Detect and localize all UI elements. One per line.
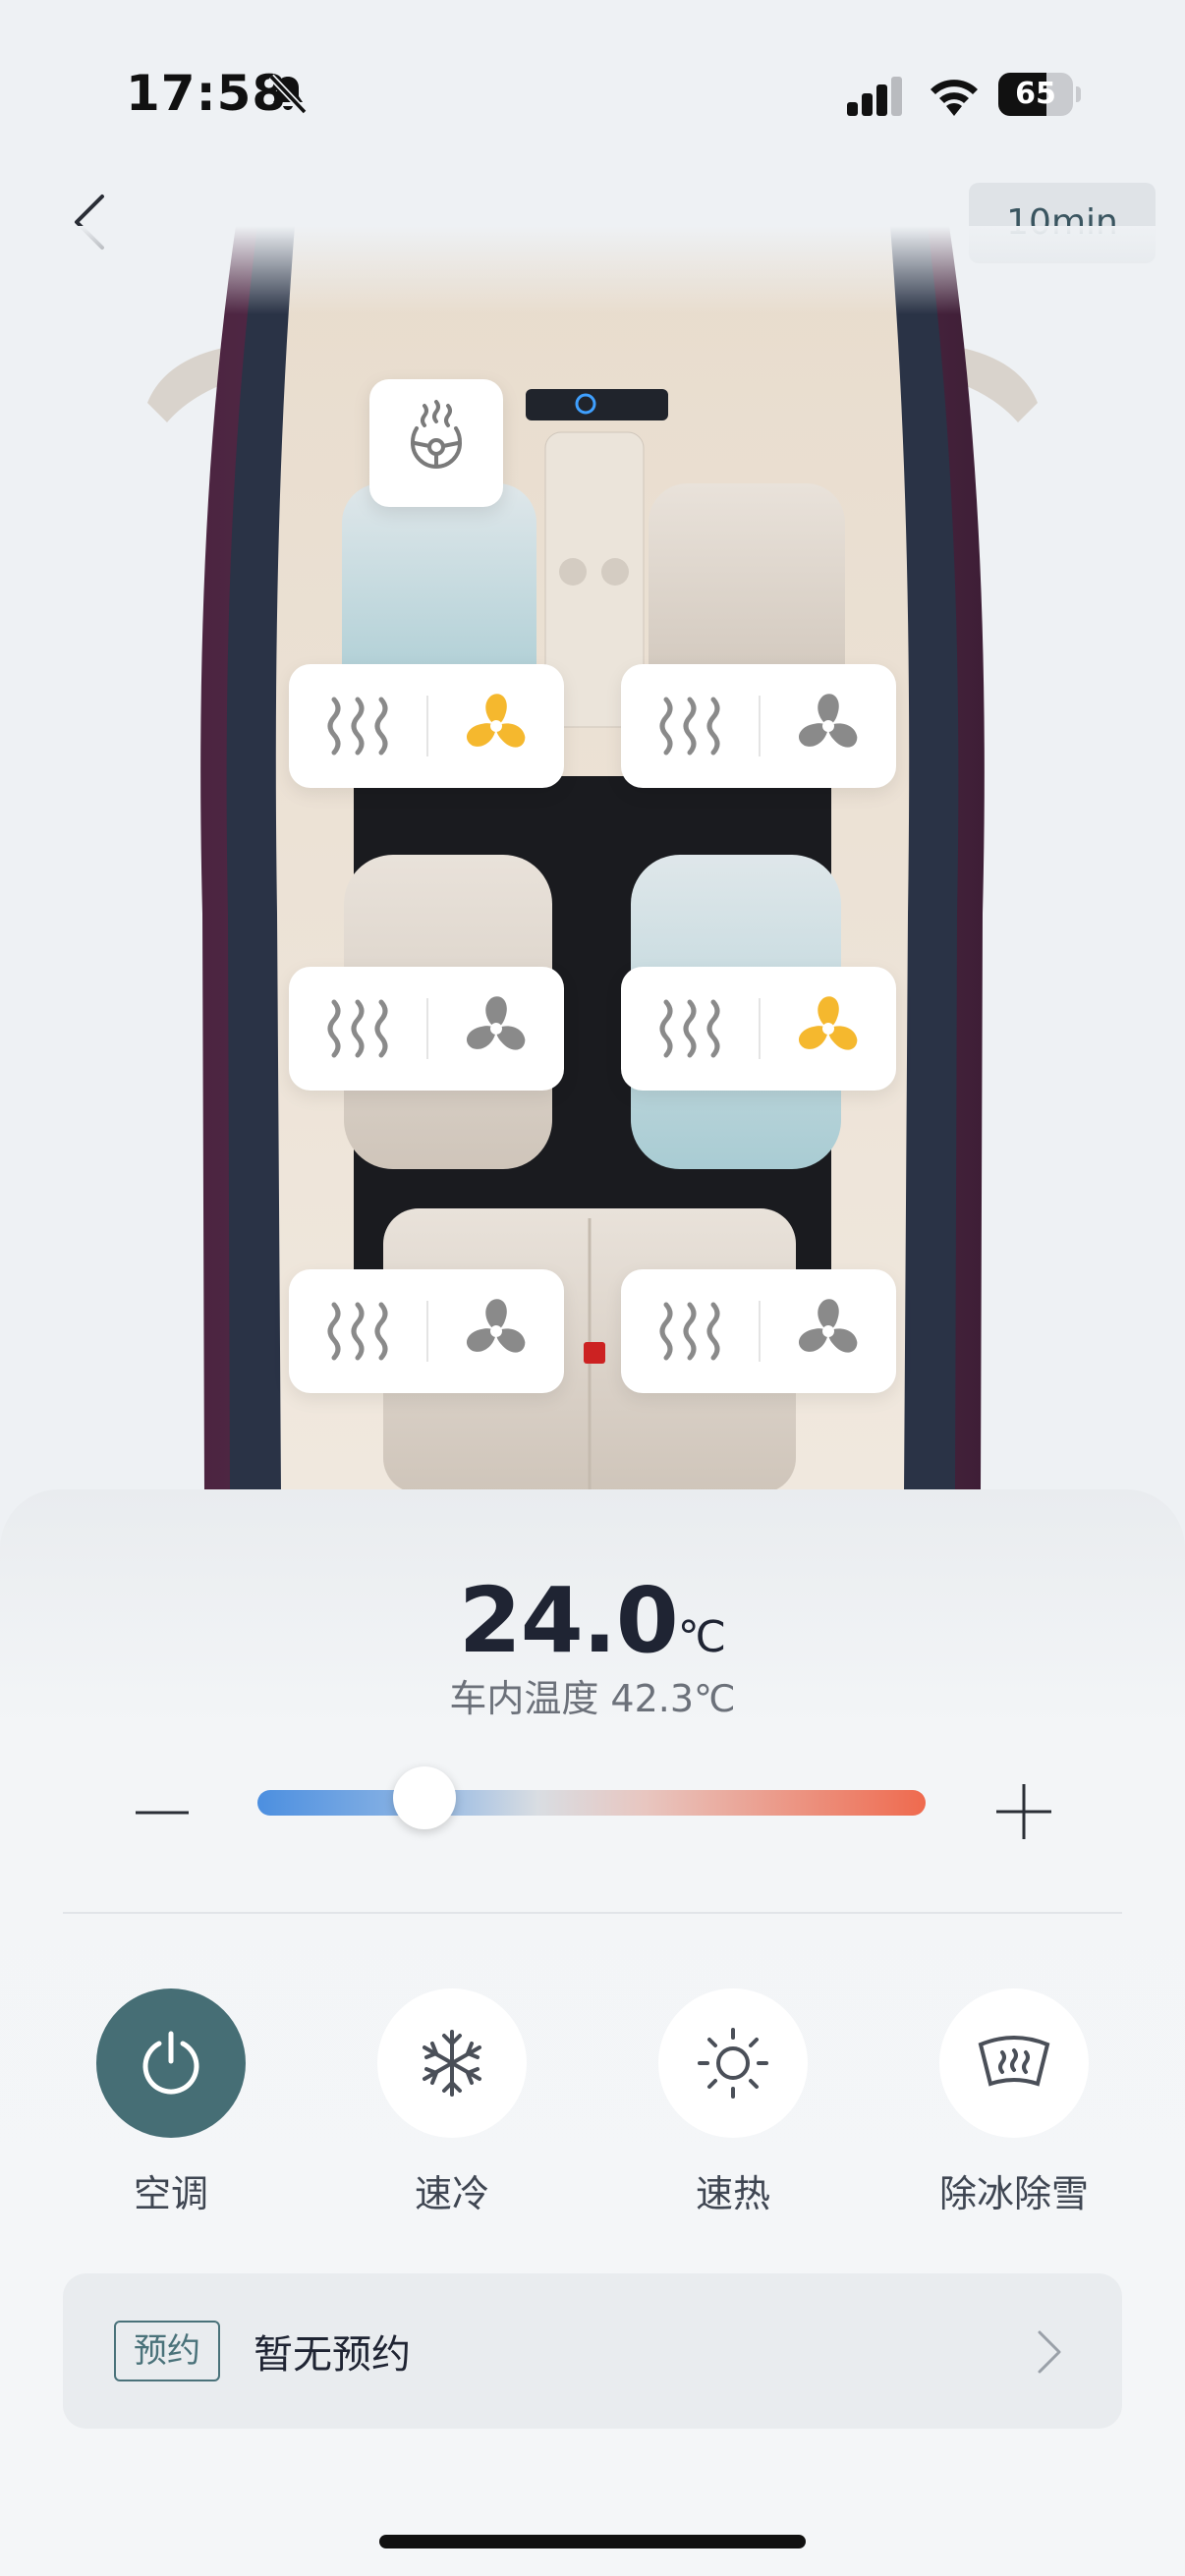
seat-control-front-right xyxy=(621,664,896,788)
cellular-signal-icon xyxy=(847,77,902,116)
seat-fan-icon[interactable] xyxy=(456,1291,536,1372)
schedule-tag: 预约 xyxy=(114,2321,220,2381)
defrost-button[interactable]: 除冰除雪 xyxy=(906,1988,1122,2224)
quick-cool-circle[interactable] xyxy=(377,1988,527,2138)
seat-fan-icon[interactable] xyxy=(788,686,869,766)
quick-heat-circle[interactable] xyxy=(658,1988,808,2138)
quick-cool-label: 速冷 xyxy=(414,2172,489,2215)
defrost-circle[interactable] xyxy=(939,1988,1089,2138)
status-bar: 17:58 65 xyxy=(0,0,1185,187)
seat-control-rear-right xyxy=(621,1269,896,1393)
seat-control-divider xyxy=(759,998,761,1059)
quick-heat-button[interactable]: 速热 xyxy=(625,1988,841,2224)
schedule-status: 暂无预约 xyxy=(254,2332,411,2378)
defrost-label: 除冰除雪 xyxy=(938,2172,1089,2215)
seat-heat-icon[interactable] xyxy=(318,992,397,1065)
climate-panel: 24.0℃ 车内温度 42.3℃ 空调 速冷 速热 除冰除雪 预约 暂无预约 xyxy=(0,1489,1185,2576)
power-icon xyxy=(142,2031,199,2095)
divider xyxy=(63,1912,1122,1914)
set-temperature: 24.0℃ xyxy=(0,1568,1185,1673)
quick-cool-button[interactable]: 速冷 xyxy=(344,1988,560,2224)
cabin-temperature: 车内温度 42.3℃ xyxy=(449,1677,736,1720)
schedule-row[interactable]: 预约 暂无预约 xyxy=(63,2273,1122,2429)
increase-temperature-button[interactable] xyxy=(994,1782,1053,1841)
seat-heat-icon[interactable] xyxy=(650,992,729,1065)
chevron-right-icon xyxy=(1038,2330,1061,2374)
home-indicator xyxy=(379,2535,806,2548)
seat-control-middle-left xyxy=(289,967,564,1091)
car-top-view xyxy=(0,226,1185,1493)
seat-control-front-left xyxy=(289,664,564,788)
seat-control-divider xyxy=(426,998,428,1059)
snowflake-icon xyxy=(423,2030,481,2097)
seat-control-divider xyxy=(426,1301,428,1362)
wifi-icon xyxy=(931,80,978,116)
steering-wheel-heat-icon xyxy=(411,400,462,470)
seat-control-middle-right xyxy=(621,967,896,1091)
battery-icon: 65 xyxy=(998,73,1081,116)
seat-heat-icon[interactable] xyxy=(318,690,397,762)
seat-control-divider xyxy=(759,1301,761,1362)
seat-fan-icon[interactable] xyxy=(788,1291,869,1372)
ac-power-circle[interactable] xyxy=(96,1988,246,2138)
car-illustration xyxy=(0,226,1185,1493)
quick-heat-label: 速热 xyxy=(695,2172,770,2215)
seat-fan-icon[interactable] xyxy=(456,686,536,766)
set-temperature-value: 24.0 xyxy=(458,1568,679,1673)
sun-icon xyxy=(698,2028,768,2099)
bell-muted-icon xyxy=(268,74,308,115)
battery-level: 65 xyxy=(1015,77,1056,111)
seat-fan-icon[interactable] xyxy=(788,988,869,1069)
ac-power-button[interactable]: 空调 xyxy=(63,1988,279,2224)
seat-heat-icon[interactable] xyxy=(318,1295,397,1368)
temperature-slider-handle[interactable] xyxy=(393,1766,456,1829)
ac-power-label: 空调 xyxy=(133,2172,208,2215)
seat-control-divider xyxy=(426,696,428,756)
seat-control-rear-left xyxy=(289,1269,564,1393)
defrost-icon xyxy=(978,2036,1050,2087)
status-time: 17:58 xyxy=(126,65,288,122)
seat-heat-icon[interactable] xyxy=(650,690,729,762)
temperature-unit: ℃ xyxy=(677,1612,727,1662)
seat-fan-icon[interactable] xyxy=(456,988,536,1069)
steering-wheel-heat-button[interactable] xyxy=(369,379,503,507)
seat-control-divider xyxy=(759,696,761,756)
temperature-slider[interactable] xyxy=(257,1790,926,1816)
seat-heat-icon[interactable] xyxy=(650,1295,729,1368)
decrease-temperature-button[interactable] xyxy=(134,1784,191,1841)
